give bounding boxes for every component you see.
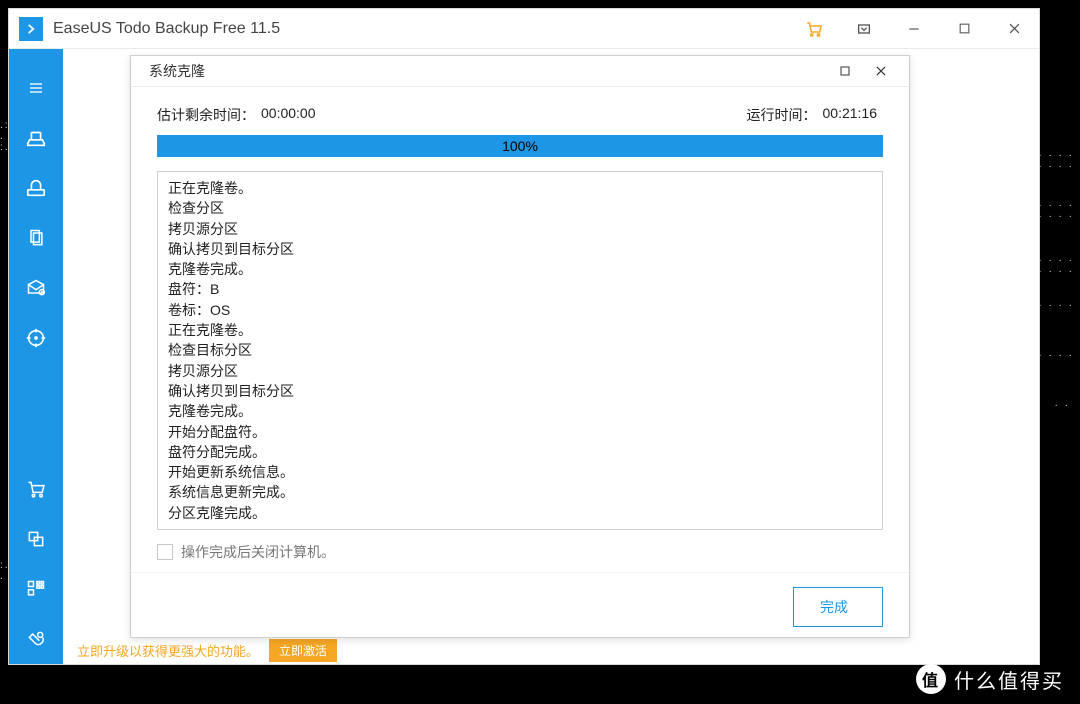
dialog-title: 系统克隆	[149, 61, 205, 81]
menu-toggle-icon[interactable]	[9, 63, 63, 113]
dialog-header: 系统克隆	[131, 56, 909, 87]
tools-icon[interactable]	[9, 564, 63, 614]
background-decor: · · · ·	[1038, 300, 1074, 311]
sidebar	[9, 49, 63, 664]
watermark-text: 什么值得买	[954, 665, 1064, 694]
title-bar: EaseUS Todo Backup Free 11.5	[9, 9, 1039, 49]
settings-icon[interactable]	[9, 614, 63, 664]
progress-bar: 100%	[157, 135, 883, 157]
log-output[interactable]: 正在克隆卷。检查分区拷贝源分区确认拷贝到目标分区克隆卷完成。盘符：B卷标：OS正…	[157, 171, 883, 530]
watermark: 值 什么值得买	[916, 664, 1064, 694]
log-line: 拷贝源分区	[168, 361, 872, 381]
log-line: 开始更新系统信息。	[168, 462, 872, 482]
clone-icon[interactable]	[9, 514, 63, 564]
time-row: 估计剩余时间： 00:00:00 运行时间： 00:21:16	[157, 105, 883, 125]
finish-button[interactable]: 完成	[793, 587, 883, 627]
shutdown-checkbox[interactable]	[157, 544, 173, 560]
log-line: 检查目标分区	[168, 340, 872, 360]
minimize-button[interactable]	[889, 9, 939, 49]
disk-backup-icon[interactable]	[9, 113, 63, 163]
cart-sidebar-icon[interactable]	[9, 464, 63, 514]
cart-button[interactable]	[789, 9, 839, 49]
estimated-time-label: 估计剩余时间：	[157, 105, 255, 125]
estimated-time-value: 00:00:00	[261, 105, 316, 125]
app-logo-icon	[19, 17, 43, 41]
maximize-button[interactable]	[939, 9, 989, 49]
shutdown-option-row: 操作完成后关闭计算机。	[157, 542, 883, 562]
log-line: 正在克隆卷。	[168, 320, 872, 340]
dropdown-button[interactable]	[839, 9, 889, 49]
log-line: 克隆卷完成。	[168, 401, 872, 421]
dialog-close-button[interactable]	[863, 56, 899, 86]
run-time-value: 00:21:16	[823, 105, 878, 125]
log-line: 确认拷贝到目标分区	[168, 239, 872, 259]
log-line: 确认拷贝到目标分区	[168, 381, 872, 401]
log-line: 分区克隆完成。	[168, 503, 872, 523]
dialog-footer: 完成	[131, 572, 909, 649]
smart-backup-icon[interactable]	[9, 313, 63, 363]
log-line: 开始分配盘符。	[168, 422, 872, 442]
background-decor: · · · ·· · · ·	[1038, 255, 1074, 277]
log-line: 卷标：OS	[168, 300, 872, 320]
background-decor: · · · ·· · · ·	[1038, 150, 1074, 172]
watermark-logo-icon: 值	[916, 664, 946, 694]
file-backup-icon[interactable]	[9, 213, 63, 263]
log-line: 拷贝源分区	[168, 219, 872, 239]
background-decor: · ·	[1055, 400, 1070, 411]
app-title: EaseUS Todo Backup Free 11.5	[53, 20, 280, 38]
log-line: 盘符：B	[168, 279, 872, 299]
background-decor: · · · ·· · · ·	[1038, 200, 1074, 222]
background-decor: · · · ·	[1038, 350, 1074, 361]
dialog-maximize-button[interactable]	[827, 56, 863, 86]
log-line: 盘符分配完成。	[168, 442, 872, 462]
progress-value: 100%	[502, 138, 538, 154]
log-line: 正在克隆卷。	[168, 178, 872, 198]
log-line: 系统信息更新完成。	[168, 482, 872, 502]
run-time-label: 运行时间：	[747, 105, 817, 125]
log-line: 克隆卷完成。	[168, 259, 872, 279]
log-line: 检查分区	[168, 198, 872, 218]
system-backup-icon[interactable]	[9, 163, 63, 213]
system-clone-dialog: 系统克隆 估计剩余时间： 00:00:00 运行时间： 00:21:16 100…	[130, 55, 910, 638]
close-button[interactable]	[989, 9, 1039, 49]
mail-backup-icon[interactable]	[9, 263, 63, 313]
shutdown-option-label: 操作完成后关闭计算机。	[181, 542, 335, 562]
